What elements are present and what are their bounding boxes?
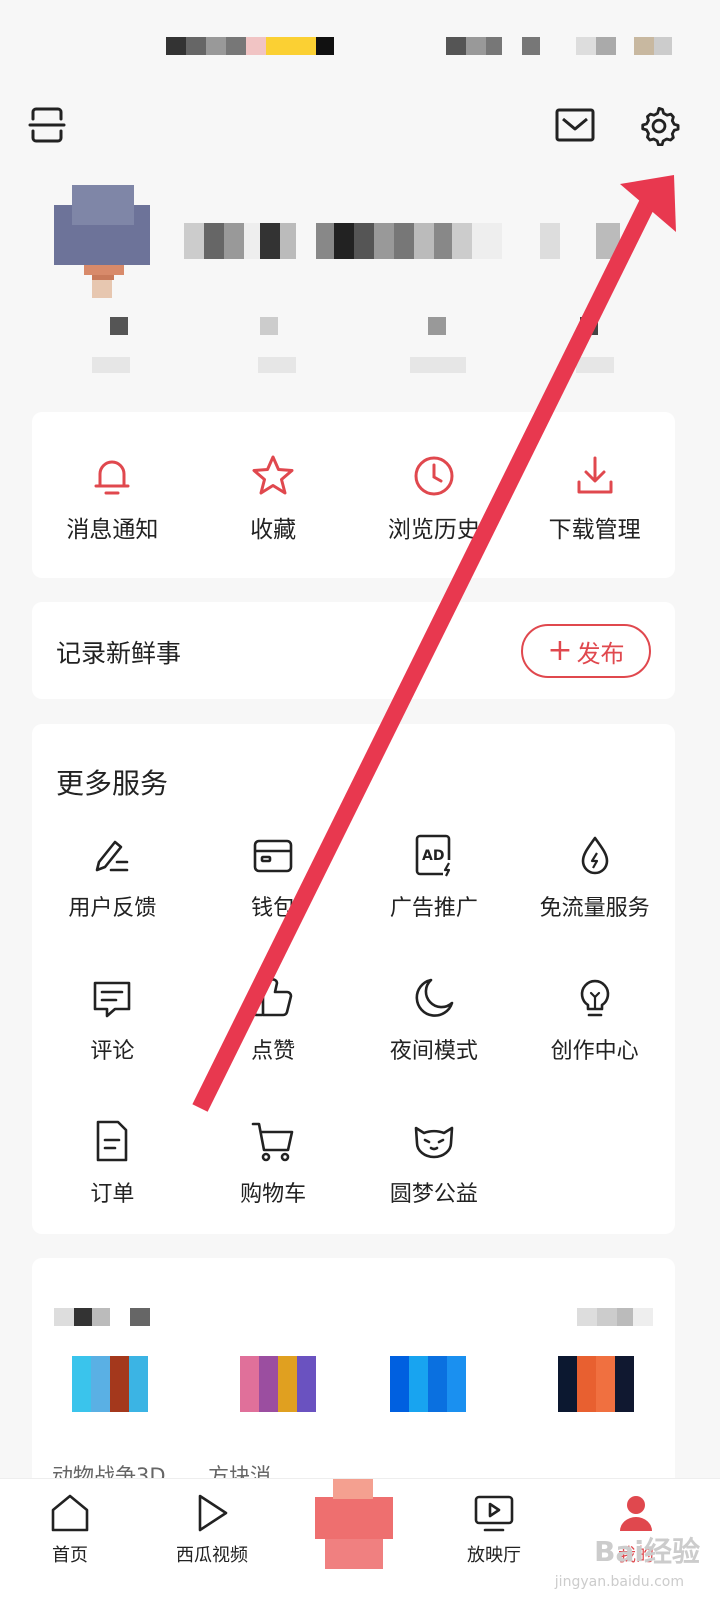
- games-card: 动物战争3D 方块消: [32, 1258, 675, 1488]
- cat-icon: [414, 1126, 454, 1159]
- order-icon: [97, 1120, 128, 1162]
- home-icon: [51, 1494, 89, 1532]
- user-name-blurred: [184, 223, 502, 259]
- tab-label: 放映厅: [467, 1545, 521, 1566]
- avatar[interactable]: [54, 185, 154, 300]
- stat-label-3: [410, 357, 466, 373]
- game-thumbnail-2[interactable]: [240, 1356, 316, 1412]
- quick-actions-card: 消息通知 收藏 浏览历史 下载管理: [32, 412, 675, 578]
- tab-xigua-video[interactable]: 西瓜视频: [152, 1491, 272, 1567]
- publish-label: 发布: [576, 639, 625, 668]
- cart-icon: [251, 1122, 294, 1162]
- service-comments[interactable]: 评论: [32, 975, 193, 1080]
- tab-label: 首页: [52, 1545, 88, 1566]
- status-icons: [446, 37, 672, 55]
- services-card: 更多服务 用户反馈 钱包 AD 广告推广 免流量服务 评论 点赞 夜间模式 创作…: [32, 724, 675, 1234]
- stat-value-1: [110, 317, 128, 335]
- service-wallet[interactable]: 钱包: [193, 832, 354, 937]
- stat-label-2: [258, 357, 296, 373]
- quick-label: 浏览历史: [387, 517, 480, 543]
- service-label: 夜间模式: [389, 1039, 478, 1064]
- quick-label: 消息通知: [66, 517, 159, 543]
- status-bar: [0, 0, 720, 90]
- service-label: 评论: [90, 1039, 135, 1064]
- games-section-title: [54, 1308, 150, 1326]
- scan-icon[interactable]: [22, 100, 72, 150]
- post-prompt[interactable]: 记录新鲜事: [56, 634, 181, 670]
- service-label: 购物车: [240, 1182, 307, 1207]
- service-label: 创作中心: [550, 1039, 639, 1064]
- profile-section[interactable]: [0, 185, 720, 385]
- bulb-icon: [580, 979, 609, 1017]
- services-title: 更多服务: [56, 767, 169, 800]
- service-creator-center[interactable]: 创作中心: [514, 975, 675, 1080]
- stat-label-1: [92, 357, 130, 373]
- comment-icon: [94, 981, 131, 1018]
- service-feedback[interactable]: 用户反馈: [32, 832, 193, 937]
- watermark-sub: jingyan.baidu.com: [554, 1574, 684, 1590]
- service-label: 钱包: [251, 896, 296, 921]
- mail-icon[interactable]: [550, 100, 600, 150]
- thumbs-up-icon: [253, 978, 293, 1017]
- clock-icon: [414, 456, 454, 496]
- publish-button[interactable]: + 发布: [521, 624, 651, 678]
- game-thumbnail-3[interactable]: [390, 1356, 466, 1412]
- tab-home[interactable]: 首页: [10, 1491, 130, 1567]
- service-likes[interactable]: 点赞: [193, 975, 354, 1080]
- quick-item-notifications[interactable]: 消息通知: [32, 412, 193, 578]
- service-label: 用户反馈: [68, 896, 157, 921]
- stat-value-3: [428, 317, 446, 335]
- service-data-free[interactable]: 免流量服务: [514, 832, 675, 937]
- download-icon: [577, 456, 613, 494]
- service-cart[interactable]: 购物车: [193, 1118, 354, 1223]
- service-charity[interactable]: 圆梦公益: [354, 1118, 515, 1223]
- game-thumbnail-4[interactable]: [558, 1356, 634, 1412]
- star-icon: [252, 455, 294, 495]
- gear-icon[interactable]: [634, 100, 684, 150]
- stat-label-4: [576, 357, 614, 373]
- service-label: 免流量服务: [539, 896, 650, 921]
- service-label: 点赞: [251, 1039, 296, 1064]
- stat-value-2: [260, 317, 278, 335]
- quick-item-downloads[interactable]: 下载管理: [514, 412, 675, 578]
- quick-label: 下载管理: [548, 517, 641, 543]
- top-bar: [0, 100, 720, 160]
- moon-icon: [415, 978, 454, 1017]
- user-badge-blurred: [540, 223, 620, 259]
- quick-item-history[interactable]: 浏览历史: [354, 412, 515, 578]
- play-icon: [198, 1494, 228, 1532]
- bell-icon: [94, 460, 130, 495]
- status-time: [166, 37, 334, 55]
- quick-item-favorites[interactable]: 收藏: [193, 412, 354, 578]
- tab-cinema[interactable]: 放映厅: [434, 1491, 554, 1567]
- stat-value-4: [580, 317, 598, 335]
- service-night-mode[interactable]: 夜间模式: [354, 975, 515, 1080]
- post-card: 记录新鲜事 + 发布: [32, 602, 675, 699]
- services-grid: 用户反馈 钱包 AD 广告推广 免流量服务 评论 点赞 夜间模式 创作中心 订单…: [32, 832, 675, 1223]
- watermark: Bai经验: [594, 1535, 700, 1568]
- tv-icon: [474, 1495, 514, 1532]
- center-tab[interactable]: [315, 1479, 393, 1579]
- quick-label: 收藏: [250, 517, 297, 543]
- wallet-icon: [253, 839, 293, 873]
- user-icon: [620, 1496, 652, 1531]
- games-more-link[interactable]: [577, 1308, 653, 1326]
- plus-icon: +: [547, 633, 573, 668]
- service-ads[interactable]: AD 广告推广: [354, 832, 515, 937]
- game-thumbnail-1[interactable]: [72, 1356, 148, 1412]
- service-label: 广告推广: [389, 896, 478, 921]
- service-orders[interactable]: 订单: [32, 1118, 193, 1223]
- service-label: 圆梦公益: [389, 1182, 478, 1207]
- svg-text:AD: AD: [422, 848, 444, 864]
- ad-icon: AD: [415, 834, 451, 877]
- pencil-icon: [96, 840, 129, 872]
- service-label: 订单: [90, 1182, 135, 1207]
- tab-label: 西瓜视频: [176, 1545, 248, 1566]
- drop-icon: [581, 836, 608, 875]
